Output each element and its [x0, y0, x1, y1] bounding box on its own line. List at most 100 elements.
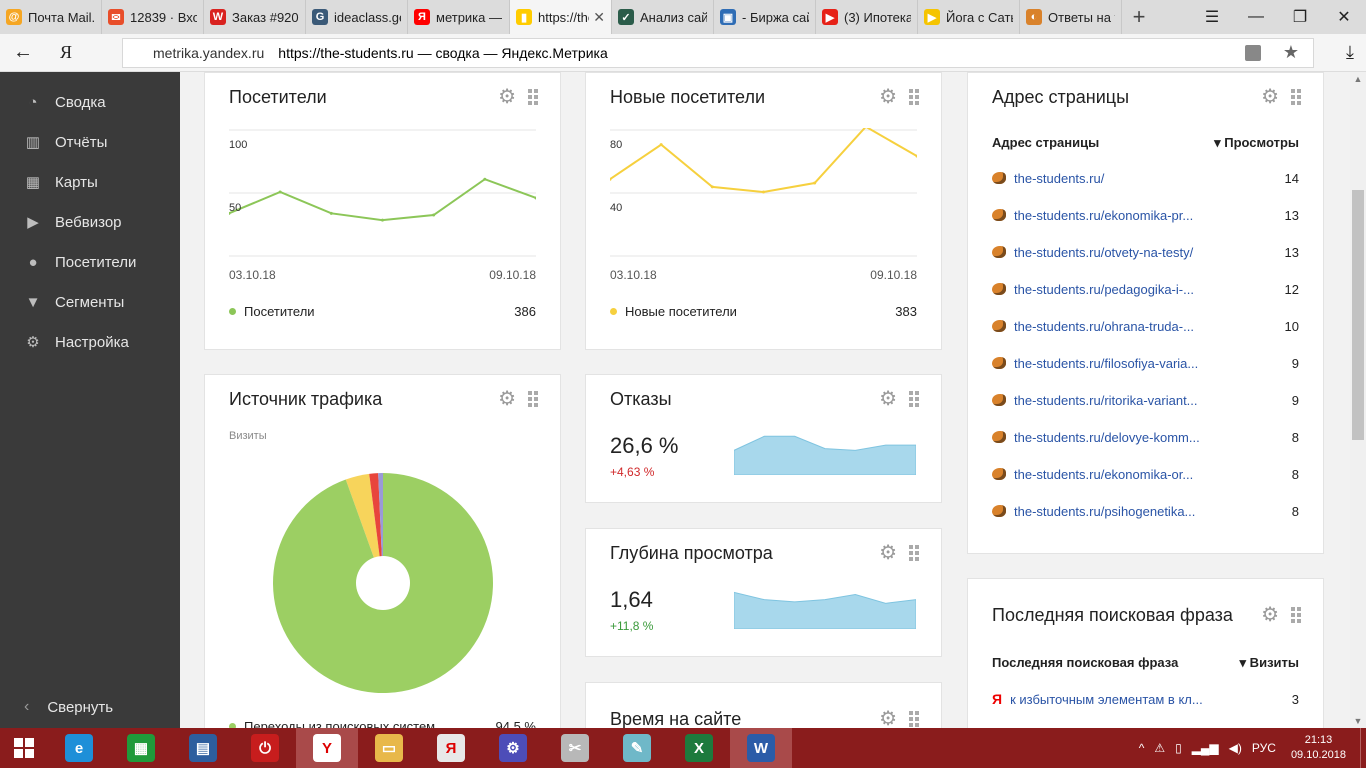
page-url-link[interactable]: the-students.ru/filosofiya-varia...	[1014, 356, 1269, 371]
yandex-logo-icon[interactable]: Я	[46, 42, 86, 63]
taskbar-app[interactable]: ⚙	[482, 728, 544, 768]
taskbar-app[interactable]: ⏻	[234, 728, 296, 768]
sidebar-item-2[interactable]: ▦ Карты	[0, 162, 180, 202]
taskbar-app[interactable]: ▦	[110, 728, 172, 768]
page-url-link[interactable]: the-students.ru/otvety-na-testy/	[1014, 245, 1269, 260]
page-url-link[interactable]: the-students.ru/delovye-komm...	[1014, 430, 1269, 445]
scroll-up-icon[interactable]: ▲	[1350, 74, 1366, 84]
collapse-button[interactable]: ‹ Свернуть	[24, 698, 113, 716]
url-domain: metrika.yandex.ru	[153, 45, 265, 61]
browser-tab[interactable]: ▶ (3) Ипотека	[816, 0, 918, 34]
search-phrase-link[interactable]: к избыточным элементам в кл...	[1010, 692, 1269, 707]
table-row[interactable]: the-students.ru/ohrana-truda-... 10	[992, 316, 1299, 336]
column-header-views[interactable]: ▾ Просмотры	[1214, 135, 1299, 151]
menu-icon[interactable]: ☰	[1190, 0, 1234, 34]
download-icon[interactable]: ⤓	[1346, 42, 1354, 63]
close-window-icon[interactable]: ✕	[1322, 0, 1366, 34]
sidebar-item-4[interactable]: ● Посетители	[0, 242, 180, 282]
page-url-link[interactable]: the-students.ru/ekonomika-pr...	[1014, 208, 1269, 223]
chevron-up-icon[interactable]: ^	[1139, 741, 1145, 755]
sidebar-item-1[interactable]: ▥ Отчёты	[0, 122, 180, 162]
taskbar-app[interactable]: ▭	[358, 728, 420, 768]
browser-tab[interactable]: ◐ Ответы на тесты	[1020, 0, 1122, 34]
battery-icon[interactable]: ▯	[1175, 741, 1182, 755]
back-arrow-icon[interactable]: ←	[0, 41, 46, 64]
restore-icon[interactable]: ❐	[1278, 0, 1322, 34]
star-icon[interactable]: ★	[1283, 42, 1299, 63]
clock[interactable]: 21:13 09.10.2018	[1291, 733, 1346, 763]
language-indicator[interactable]: РУС	[1252, 741, 1276, 755]
show-desktop-button[interactable]	[1360, 728, 1366, 768]
signal-icon[interactable]: ▂▄▆	[1192, 741, 1219, 755]
sidebar-item-3[interactable]: ▶ Вебвизор	[0, 202, 180, 242]
drag-handle-icon[interactable]	[909, 545, 919, 561]
gear-icon[interactable]: ⚙	[879, 87, 897, 107]
page-url-link[interactable]: the-students.ru/psihogenetika...	[1014, 504, 1269, 519]
gear-icon[interactable]: ⚙	[879, 389, 897, 409]
table-row[interactable]: the-students.ru/ekonomika-or... 8	[992, 464, 1299, 484]
scroll-down-icon[interactable]: ▼	[1350, 716, 1366, 726]
taskbar-app[interactable]: ✎	[606, 728, 668, 768]
drag-handle-icon[interactable]	[1291, 89, 1301, 105]
sidebar-item-0[interactable]: ◔ Сводка	[0, 82, 180, 122]
table-row[interactable]: Я к избыточным элементам в кл... 3	[992, 689, 1299, 709]
browser-tab[interactable]: ✓ Анализ сайта	[612, 0, 714, 34]
taskbar-app[interactable]: ▤	[172, 728, 234, 768]
sidebar-item-6[interactable]: ⚙ Настройка	[0, 322, 180, 362]
url-field[interactable]: metrika.yandex.ru https://the-students.r…	[122, 38, 1314, 68]
page-scrollbar[interactable]: ▲ ▼	[1350, 72, 1366, 728]
table-row[interactable]: the-students.ru/ekonomika-pr... 13	[992, 205, 1299, 225]
browser-tab[interactable]: W Заказ #9209	[204, 0, 306, 34]
page-url-link[interactable]: the-students.ru/ohrana-truda-...	[1014, 319, 1269, 334]
w-logo-icon: W	[210, 9, 226, 25]
taskbar-app[interactable]: e	[48, 728, 110, 768]
page-url-link[interactable]: the-students.ru/	[1014, 171, 1269, 186]
table-row[interactable]: the-students.ru/psihogenetika... 8	[992, 501, 1299, 521]
legend-total: 383	[895, 304, 917, 319]
gear-icon[interactable]: ⚙	[498, 87, 516, 107]
page-url-link[interactable]: the-students.ru/pedagogika-i-...	[1014, 282, 1269, 297]
gear-icon[interactable]: ⚙	[879, 709, 897, 728]
browser-tab[interactable]: Gideaclass.geo	[306, 0, 408, 34]
column-header-visits[interactable]: ▾ Визиты	[1240, 655, 1299, 671]
new-tab-icon[interactable]: +	[1122, 0, 1156, 34]
minimize-icon[interactable]: —	[1234, 0, 1278, 34]
taskbar-app[interactable]: X	[668, 728, 730, 768]
table-row[interactable]: the-students.ru/delovye-komm... 8	[992, 427, 1299, 447]
drag-handle-icon[interactable]	[909, 711, 919, 727]
page-url-link[interactable]: the-students.ru/ekonomika-or...	[1014, 467, 1269, 482]
browser-tab[interactable]: ▮ https://the✕	[510, 0, 612, 34]
browser-tab[interactable]: ✉ 12839 · Входящие	[102, 0, 204, 34]
table-row[interactable]: the-students.ru/14	[992, 168, 1299, 188]
drag-handle-icon[interactable]	[528, 89, 538, 105]
drag-handle-icon[interactable]	[1291, 607, 1301, 623]
drag-handle-icon[interactable]	[528, 391, 538, 407]
tab-title: (3) Ипотека	[844, 9, 911, 25]
drag-handle-icon[interactable]	[909, 89, 919, 105]
start-button[interactable]	[0, 728, 48, 768]
scroll-thumb[interactable]	[1352, 190, 1364, 440]
table-row[interactable]: the-students.ru/otvety-na-testy/13	[992, 242, 1299, 262]
gear-icon[interactable]: ⚙	[1261, 87, 1279, 107]
taskbar-app[interactable]: W	[730, 728, 792, 768]
table-row[interactable]: the-students.ru/filosofiya-varia... 9	[992, 353, 1299, 373]
taskbar-app[interactable]: Y	[296, 728, 358, 768]
gear-icon[interactable]: ⚙	[1261, 605, 1279, 625]
browser-tab[interactable]: ▣ - Биржа сайтов	[714, 0, 816, 34]
volume-icon[interactable]: ◀)	[1229, 741, 1242, 755]
table-row[interactable]: the-students.ru/ritorika-variant... 9	[992, 390, 1299, 410]
network-warning-icon[interactable]: ⚠	[1154, 741, 1165, 755]
close-tab-icon[interactable]: ✕	[593, 9, 605, 26]
sidebar-item-5[interactable]: ▼ Сегменты	[0, 282, 180, 322]
gear-icon[interactable]: ⚙	[879, 543, 897, 563]
drag-handle-icon[interactable]	[909, 391, 919, 407]
page-url-link[interactable]: the-students.ru/ritorika-variant...	[1014, 393, 1269, 408]
lock-icon[interactable]	[1245, 45, 1261, 61]
taskbar-app[interactable]: ✂	[544, 728, 606, 768]
browser-tab[interactable]: Яметрика — Яндекс	[408, 0, 510, 34]
browser-tab[interactable]: ▶ Йога с Сатьей	[918, 0, 1020, 34]
taskbar-app[interactable]: Я	[420, 728, 482, 768]
browser-tab[interactable]: @ Почта Mail.ru	[0, 0, 102, 34]
gear-icon[interactable]: ⚙	[498, 389, 516, 409]
table-row[interactable]: the-students.ru/pedagogika-i-... 12	[992, 279, 1299, 299]
